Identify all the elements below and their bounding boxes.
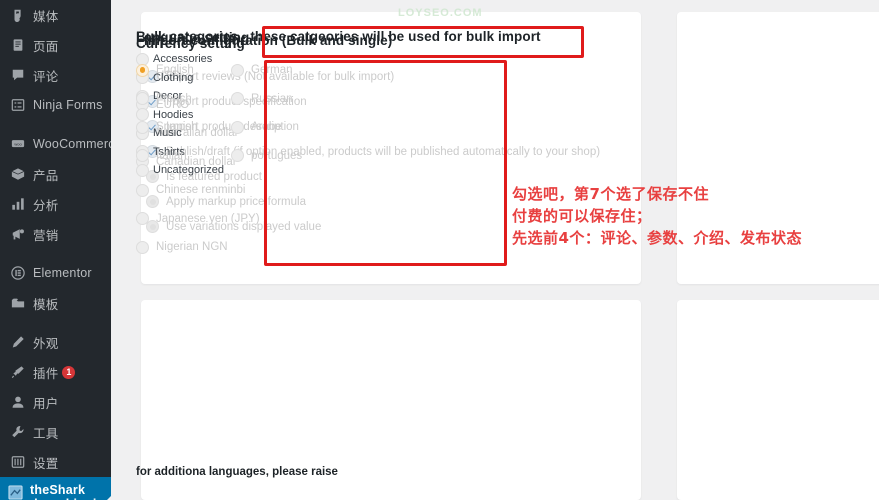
option-row[interactable]: portugues: [231, 142, 326, 171]
option-label: English: [156, 64, 194, 77]
annotation-text: 勾选吧，第7个选了保存不住 付费的可以保存住； 先选前4个：评论、参数、介绍、发…: [512, 183, 802, 249]
sidebar-item-products[interactable]: 产品: [0, 159, 111, 189]
sidebar-item-tools[interactable]: 工具: [0, 417, 111, 447]
sidebar-item-comments[interactable]: 评论: [0, 60, 111, 90]
option-row[interactable]: Chinese renminbi: [136, 176, 260, 205]
sidebar-item-pages[interactable]: 页面: [0, 30, 111, 60]
sidebar-item-label: 媒体: [33, 9, 59, 24]
option-row[interactable]: Arabe: [231, 113, 326, 142]
sidebar-item-label: 分析: [33, 198, 59, 213]
option-label: Spanish: [156, 121, 198, 134]
analytics-icon: [9, 196, 26, 213]
radio-unselected-icon[interactable]: [136, 240, 149, 254]
option-row[interactable]: Italian: [136, 142, 231, 171]
sidebar-item-appearance[interactable]: 外观: [0, 327, 111, 357]
radio-unselected-icon[interactable]: [136, 212, 149, 226]
annotation-line-3: 先选前4个：评论、参数、介绍、发布状态: [512, 229, 802, 247]
radio-unselected-icon[interactable]: [231, 92, 244, 106]
radio-unselected-icon[interactable]: [136, 92, 149, 106]
language-note: for additiona languages, please raise: [136, 466, 338, 478]
sidebar-item-label: 评论: [33, 69, 59, 84]
annotation-line-1: 勾选吧，第7个选了保存不住: [512, 185, 709, 203]
sidebar-item-label: 插件: [33, 366, 59, 381]
settings-icon: [9, 454, 26, 471]
sidebar-item-plugins[interactable]: 插件 1: [0, 357, 111, 387]
option-label: Japanese yen (JPY): [156, 212, 260, 225]
woocommerce-icon: woo: [9, 136, 26, 153]
tools-icon: [9, 424, 26, 441]
sidebar-item-label: 外观: [33, 336, 59, 351]
sidebar-item-users[interactable]: 用户: [0, 387, 111, 417]
language-setting-title: Language setting: [136, 30, 250, 45]
sidebar-item-elementor[interactable]: Elementor: [0, 258, 111, 288]
sidebar-item-label: 设置: [33, 456, 59, 471]
sidebar-item-analytics[interactable]: 分析: [0, 189, 111, 219]
main-content: LOYSEO.COM Import configuration (Bulk an…: [111, 0, 879, 500]
sidebar-item-ninja-forms[interactable]: Ninja Forms: [0, 90, 111, 120]
svg-text:woo: woo: [14, 141, 22, 146]
sidebar-item-label: theShark dropshipping for AliExpress: [30, 483, 111, 500]
elementor-icon: [9, 265, 26, 282]
watermark: LOYSEO.COM: [398, 7, 483, 19]
sidebar-item-label: 产品: [33, 168, 59, 183]
sidebar-item-marketing[interactable]: 营销: [0, 219, 111, 249]
sidebar-item-theshark-dropshipping[interactable]: theShark dropshipping for AliExpress: [0, 477, 111, 500]
option-label: Italian: [156, 149, 187, 162]
option-label: portugues: [251, 149, 303, 162]
option-label: Chinese renminbi: [156, 184, 246, 197]
shark-plugin-icon: [7, 484, 24, 500]
radio-unselected-icon[interactable]: [136, 183, 149, 197]
radio-unselected-icon[interactable]: [231, 63, 244, 77]
templates-icon: [9, 295, 26, 312]
media-icon: [9, 7, 26, 24]
option-row[interactable]: Spanish: [136, 113, 231, 142]
language-setting-card: [677, 300, 879, 500]
option-label: French: [156, 92, 192, 105]
sidebar-item-badge: 1: [62, 365, 76, 379]
sidebar-item-templates[interactable]: 模板: [0, 288, 111, 318]
appearance-icon: [9, 334, 26, 351]
option-row[interactable]: French: [136, 85, 231, 114]
comments-icon: [9, 67, 26, 84]
sidebar-item-label: 用户: [33, 396, 59, 411]
radio-unselected-icon[interactable]: [136, 149, 149, 163]
radio-unselected-icon[interactable]: [231, 149, 244, 163]
annotation-line-2: 付费的可以保存住；: [512, 207, 652, 225]
admin-sidebar: 媒体页面评论 Ninja Forms woo WooCommerce 产品分析营销 Ele…: [0, 0, 111, 500]
radio-unselected-icon[interactable]: [136, 120, 149, 134]
option-row[interactable]: Russian: [231, 85, 326, 114]
radio-unselected-icon[interactable]: [231, 120, 244, 134]
sidebar-item-label: Ninja Forms: [33, 98, 103, 112]
option-label: Arabe: [251, 121, 282, 134]
active-menu-arrow-icon: [104, 495, 111, 500]
sidebar-item-label: 营销: [33, 228, 59, 243]
products-icon: [9, 166, 26, 183]
option-label: Nigerian NGN: [156, 241, 228, 254]
radio-selected-icon[interactable]: [136, 63, 149, 77]
sidebar-item-label: WooCommerce: [33, 137, 111, 151]
sidebar-item-media[interactable]: 媒体: [0, 0, 111, 30]
pages-icon: [9, 37, 26, 54]
sidebar-item-woocommerce[interactable]: woo WooCommerce: [0, 129, 111, 159]
sidebar-item-label: 模板: [33, 297, 59, 312]
sidebar-item-settings[interactable]: 设置: [0, 447, 111, 477]
ninja-forms-icon: [9, 97, 26, 114]
option-row[interactable]: German: [231, 56, 326, 85]
option-row[interactable]: English: [136, 56, 231, 85]
users-icon: [9, 394, 26, 411]
option-row[interactable]: Nigerian NGN: [136, 233, 260, 262]
sidebar-item-label: Elementor: [33, 266, 92, 280]
option-label: German: [251, 64, 293, 77]
marketing-icon: [9, 226, 26, 243]
sidebar-item-label: 页面: [33, 39, 59, 54]
option-label: Russian: [251, 92, 293, 105]
plugins-icon: [9, 364, 26, 381]
sidebar-item-label: 工具: [33, 426, 59, 441]
option-row[interactable]: Japanese yen (JPY): [136, 205, 260, 234]
sidebar-nav-list: 媒体页面评论 Ninja Forms woo WooCommerce 产品分析营销 Ele…: [0, 0, 111, 477]
language-options-list: English German French Russian Spanish Arabe It…: [136, 56, 326, 170]
